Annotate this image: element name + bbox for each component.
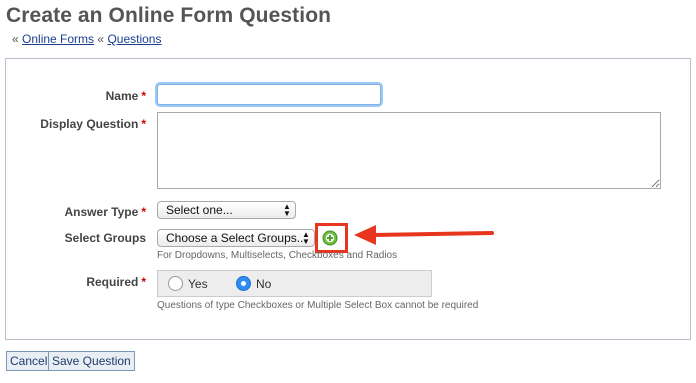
- required-marker: *: [141, 89, 146, 103]
- answer-type-select[interactable]: Select one... ▲ ▼: [157, 201, 296, 219]
- save-question-button[interactable]: Save Question: [48, 351, 135, 371]
- required-no-radio[interactable]: No: [236, 276, 271, 291]
- name-label: Name *: [105, 89, 146, 103]
- required-label: Required *: [86, 275, 146, 289]
- name-input[interactable]: [157, 84, 381, 105]
- radio-unchecked-icon: [168, 276, 183, 291]
- breadcrumb-link-questions[interactable]: Questions: [107, 32, 161, 46]
- select-groups-hint: For Dropdowns, Multiselects, Checkboxes …: [157, 250, 398, 261]
- page-title: Create an Online Form Question: [6, 4, 332, 27]
- required-marker: *: [141, 205, 146, 219]
- select-arrows-icon: ▲ ▼: [283, 202, 291, 218]
- display-question-textarea[interactable]: [157, 112, 661, 189]
- breadcrumb: « Online Forms « Questions: [12, 32, 161, 46]
- cancel-button[interactable]: Cancel: [6, 351, 52, 371]
- add-circle-icon: [322, 230, 338, 246]
- answer-type-label: Answer Type *: [64, 205, 146, 219]
- required-marker: *: [141, 117, 146, 131]
- required-marker: *: [141, 275, 146, 289]
- radio-checked-icon: [236, 276, 251, 291]
- display-question-label: Display Question *: [40, 117, 146, 131]
- radio-label: Yes: [188, 276, 208, 291]
- select-groups-label: Select Groups: [64, 231, 146, 245]
- select-arrows-icon: ▲ ▼: [302, 230, 310, 246]
- required-hint: Questions of type Checkboxes or Multiple…: [157, 300, 479, 311]
- radio-label: No: [256, 276, 272, 291]
- select-groups-selected-value: Choose a Select Groups...: [166, 231, 307, 245]
- breadcrumb-separator: «: [97, 32, 105, 46]
- add-select-group-button[interactable]: [319, 228, 341, 248]
- answer-type-selected-value: Select one...: [166, 203, 233, 217]
- required-radio-group: Yes No: [157, 270, 432, 297]
- required-yes-radio[interactable]: Yes: [168, 276, 208, 291]
- breadcrumb-link-online-forms[interactable]: Online Forms: [22, 32, 94, 46]
- breadcrumb-separator: «: [12, 32, 19, 46]
- select-groups-select[interactable]: Choose a Select Groups... ▲ ▼: [157, 229, 315, 247]
